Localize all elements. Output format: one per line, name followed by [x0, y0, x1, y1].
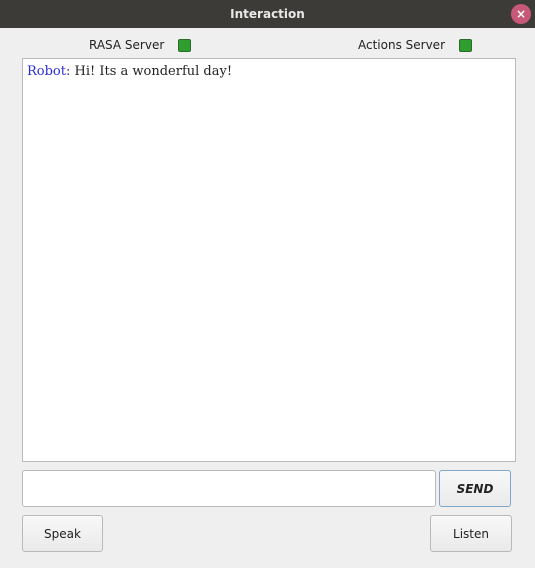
listen-button[interactable]: Listen [430, 515, 512, 552]
close-icon: × [515, 7, 527, 21]
title-bar: Interaction × [0, 0, 535, 28]
message-input[interactable] [22, 470, 436, 507]
actions-server-label: Actions Server [358, 38, 445, 52]
window-title: Interaction [230, 7, 305, 21]
actions-server-status: Actions Server [358, 36, 472, 54]
message-text: Hi! Its a wonderful day! [70, 64, 233, 79]
chat-message: Robot: Hi! Its a wonderful day! [27, 64, 511, 80]
rasa-server-status: RASA Server [89, 36, 192, 54]
speak-button[interactable]: Speak [22, 515, 103, 552]
interaction-window: Interaction × RASA Server Actions Server… [0, 0, 535, 568]
rasa-server-label: RASA Server [89, 38, 165, 52]
send-button[interactable]: SEND [439, 470, 511, 507]
close-button[interactable]: × [511, 4, 531, 24]
chat-log[interactable]: Robot: Hi! Its a wonderful day! [22, 58, 516, 462]
actions-server-indicator [459, 38, 472, 52]
message-speaker: Robot: [27, 64, 71, 79]
rasa-server-indicator [178, 38, 192, 52]
